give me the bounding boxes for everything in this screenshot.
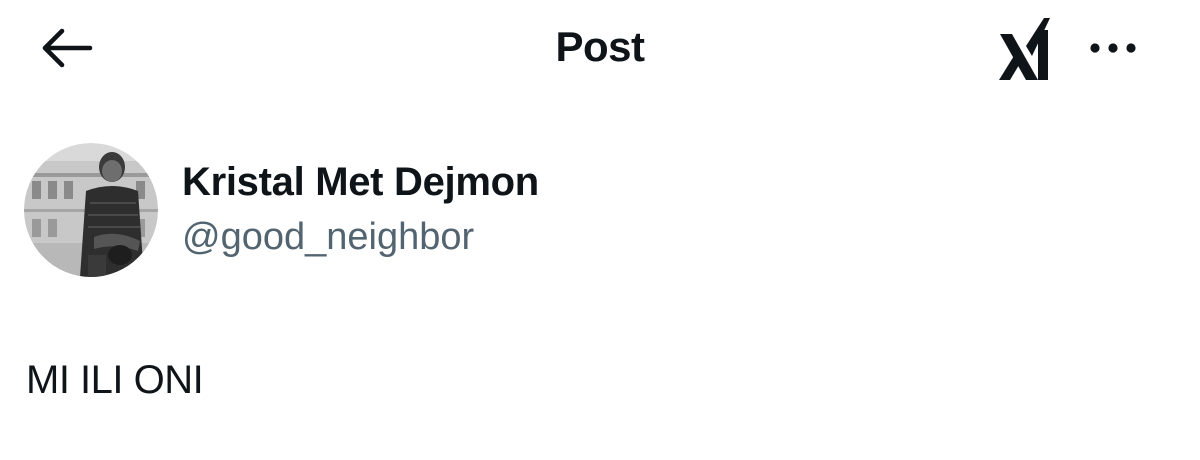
post-author: Kristal Met Dejmon @good_neighbor bbox=[24, 140, 539, 280]
author-handle[interactable]: @good_neighbor bbox=[182, 212, 539, 262]
author-info: Kristal Met Dejmon @good_neighbor bbox=[182, 158, 539, 262]
post-page: Post Kristal Met Dejmon @good_neighbor M… bbox=[0, 0, 1200, 460]
top-bar: Post bbox=[0, 0, 1200, 96]
more-horizontal-icon bbox=[1090, 43, 1136, 53]
more-options-button[interactable] bbox=[1082, 26, 1144, 70]
grok-button[interactable] bbox=[986, 14, 1062, 84]
post-body-text: MI ILI ONI bbox=[26, 358, 204, 402]
author-display-name[interactable]: Kristal Met Dejmon bbox=[182, 158, 539, 206]
avatar-photo bbox=[24, 143, 158, 277]
avatar[interactable] bbox=[24, 143, 158, 277]
xai-logo-icon bbox=[999, 18, 1050, 80]
